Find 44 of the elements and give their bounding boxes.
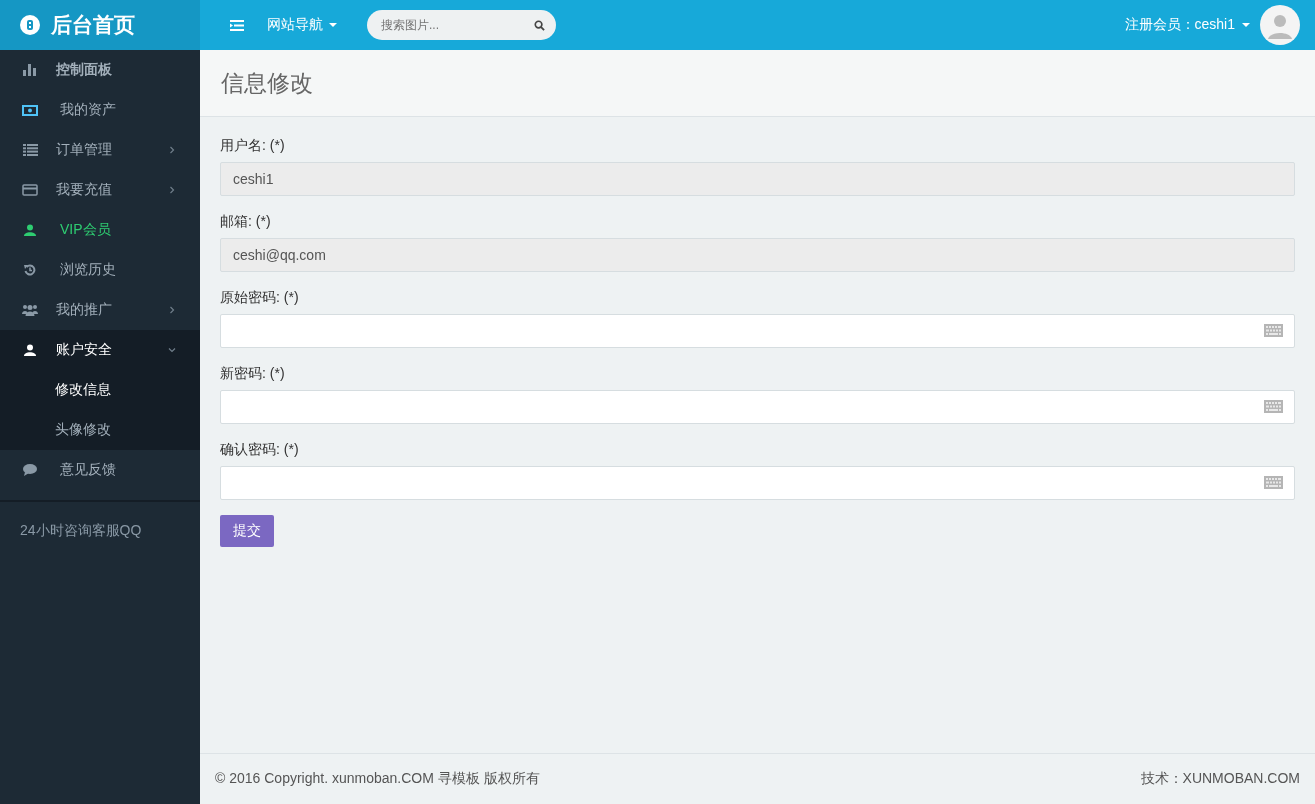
input-field[interactable] <box>220 390 1295 424</box>
submenu-item[interactable]: 头像修改 <box>0 410 200 450</box>
input-field[interactable] <box>220 314 1295 348</box>
chevron-down-icon <box>168 346 176 354</box>
sidebar-item[interactable]: 我的推广 <box>0 290 200 330</box>
field-label: 邮箱: (*) <box>220 213 272 231</box>
sidebar-item[interactable]: 意见反馈 <box>0 450 200 490</box>
search-field[interactable]: 搜索图片... <box>367 10 556 40</box>
credit-text: 技术：XUNMOBAN.COM <box>1140 770 1300 788</box>
submenu-item[interactable]: 修改信息 <box>0 370 200 410</box>
field-label: 用户名: (*) <box>220 137 286 155</box>
list-icon <box>22 144 38 156</box>
keyboard-icon[interactable] <box>1264 476 1283 489</box>
coin-logo-icon <box>20 15 40 35</box>
submit-button[interactable]: 提交 <box>220 515 274 547</box>
history-icon <box>24 264 36 276</box>
sidebar-item[interactable]: 我要充值 <box>0 170 200 210</box>
field-label: 确认密码: (*) <box>220 441 300 459</box>
sidebar-item[interactable]: 我的资产 <box>0 90 200 130</box>
bar-chart-icon <box>23 64 37 76</box>
speech-bubble-icon <box>23 464 37 476</box>
users-icon <box>22 304 38 316</box>
chevron-right-icon <box>168 146 176 154</box>
field-label: 原始密码: (*) <box>220 289 300 307</box>
input-field[interactable] <box>220 466 1295 500</box>
page-title: 信息修改 <box>221 68 313 98</box>
sidebar-item[interactable]: 控制面板 <box>0 50 200 90</box>
keyboard-icon[interactable] <box>1264 400 1283 413</box>
menu-toggle-icon[interactable] <box>230 19 244 31</box>
sidebar-item[interactable]: 账户安全 <box>0 330 200 370</box>
sidebar-item[interactable]: VIP会员 <box>0 210 200 250</box>
sidebar-item[interactable]: 浏览历史 <box>0 250 200 290</box>
chevron-right-icon <box>168 306 176 314</box>
search-icon[interactable] <box>534 20 545 31</box>
user-icon <box>24 224 36 236</box>
sidebar-item[interactable]: 订单管理 <box>0 130 200 170</box>
field-label: 新密码: (*) <box>220 365 286 383</box>
avatar[interactable] <box>1260 5 1300 45</box>
credit-card-icon <box>22 184 38 196</box>
banknote-icon <box>22 104 38 116</box>
chevron-right-icon <box>168 186 176 194</box>
copyright-text: © 2016 Copyright. xunmoban.COM 寻模板 版权所有 <box>215 770 540 788</box>
user-icon <box>24 344 36 356</box>
keyboard-icon[interactable] <box>1264 324 1283 337</box>
